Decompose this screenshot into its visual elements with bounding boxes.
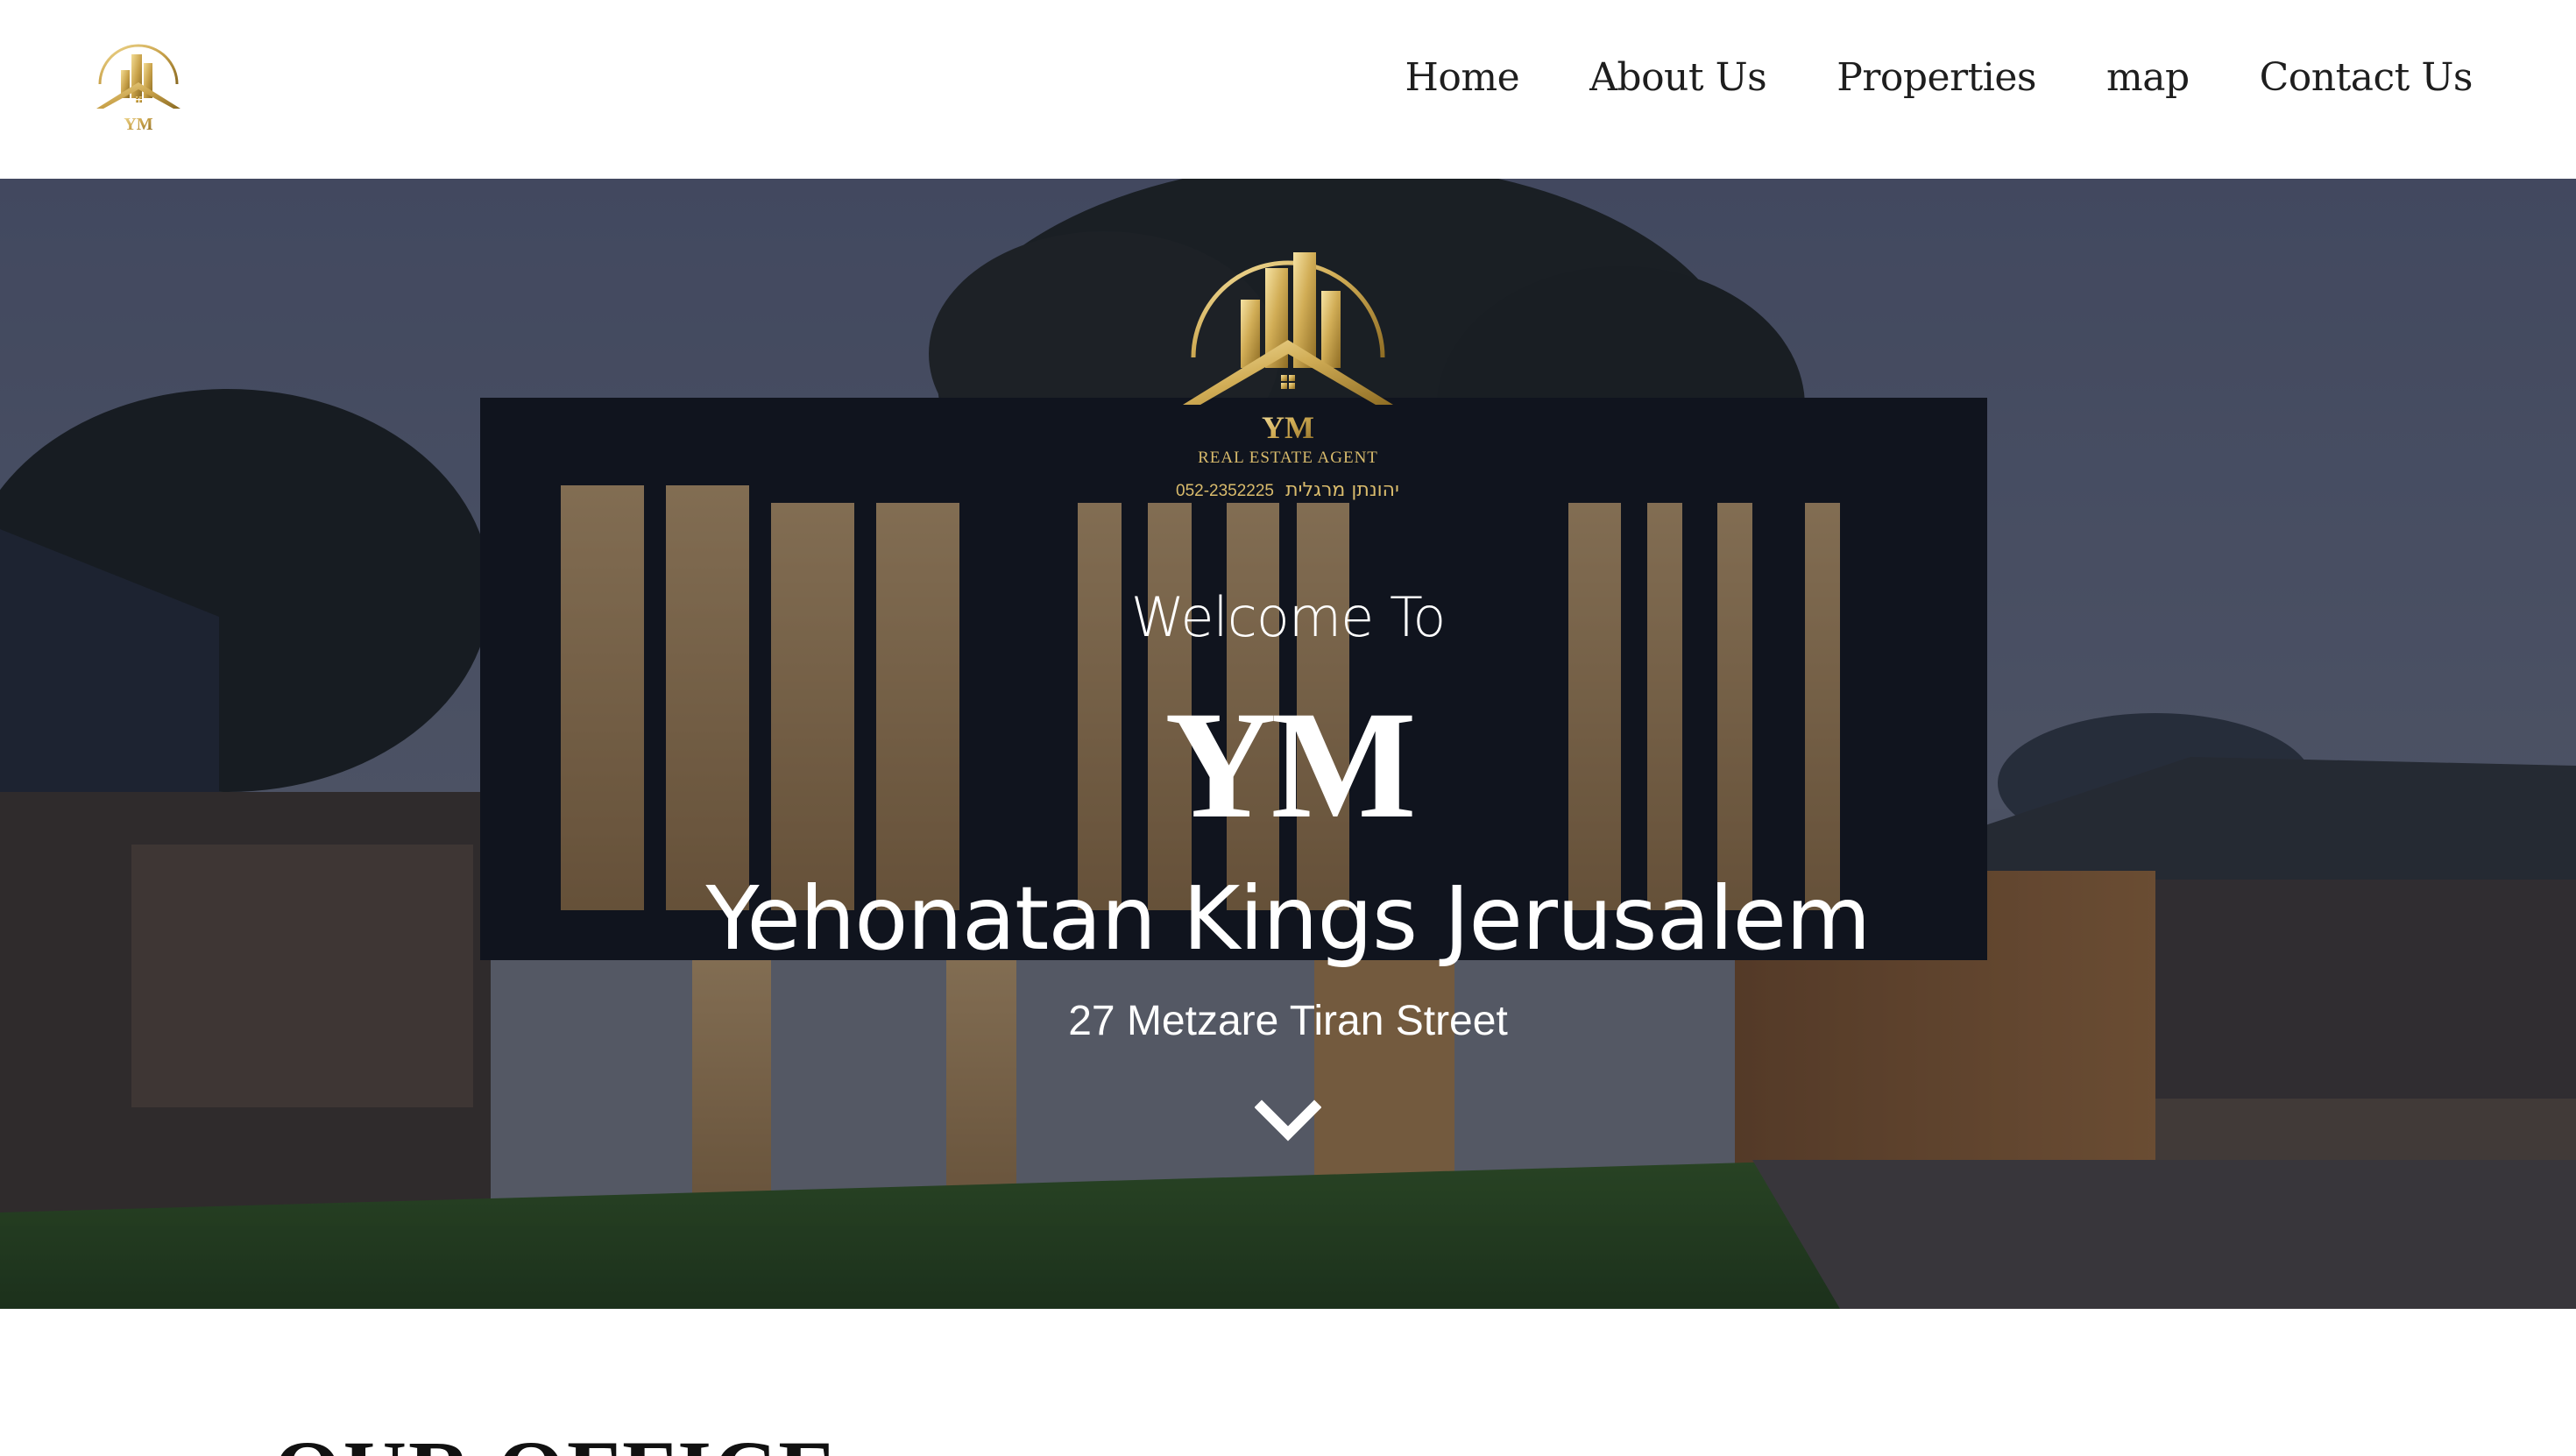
chevron-down-icon	[1254, 1099, 1322, 1141]
site-header: YM Home About Us Properties map Contact …	[0, 0, 2576, 179]
nav-home[interactable]: Home	[1405, 55, 1520, 100]
hero-brand: YM	[1164, 680, 1416, 851]
hero-agent-name: Yehonatan Kings Jerusalem	[705, 867, 1872, 970]
nav-map[interactable]: map	[2106, 55, 2190, 100]
hero-logo-tagline: REAL ESTATE AGENT	[1198, 449, 1378, 467]
nav-contact-us[interactable]: Contact Us	[2260, 55, 2473, 100]
site-logo-monogram: YM	[124, 115, 152, 134]
building-house-logo-icon: YM REAL ESTATE AGENT 052-2352225 יהונתן …	[1176, 252, 1399, 501]
site-logo[interactable]: YM	[91, 35, 186, 140]
nav-properties[interactable]: Properties	[1836, 55, 2036, 100]
hero-logo-hebrew-name: יהונתן מרגלית	[1285, 479, 1399, 501]
building-house-logo-icon: YM	[96, 44, 180, 134]
hero-address: 27 Metzare Tiran Street	[1068, 998, 1508, 1044]
nav-about-us[interactable]: About Us	[1589, 55, 1767, 100]
hero-section: YM REAL ESTATE AGENT 052-2352225 יהונתן …	[0, 179, 2576, 1309]
section-heading: OUR OFFICE	[273, 1428, 839, 1456]
hero-logo-phone: 052-2352225	[1176, 482, 1274, 500]
hero-logo-monogram: YM	[1262, 410, 1314, 445]
main-nav: Home About Us Properties map Contact Us	[1405, 49, 2473, 105]
hero-logo: YM REAL ESTATE AGENT 052-2352225 יהונתן …	[1157, 217, 1419, 506]
scroll-down-button[interactable]	[1254, 1099, 1322, 1148]
hero-welcome: Welcome To	[1130, 585, 1447, 649]
